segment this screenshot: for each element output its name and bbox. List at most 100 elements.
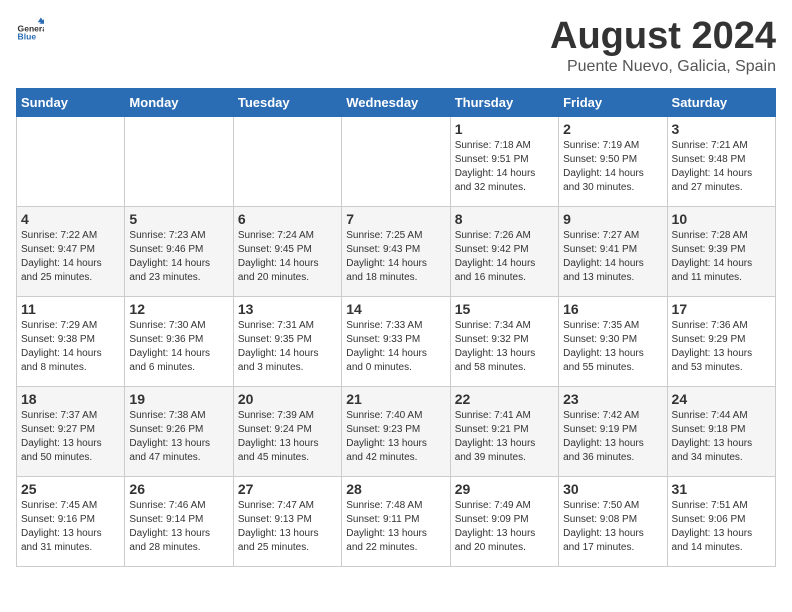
header-cell-thursday: Thursday (450, 88, 558, 116)
day-cell: 6 Sunrise: 7:24 AM Sunset: 9:45 PM Daylig… (233, 206, 341, 296)
day-number: 19 (129, 391, 228, 407)
header-cell-wednesday: Wednesday (342, 88, 450, 116)
calendar-body: 1Sunrise: 7:18 AM Sunset: 9:51 PM Daylig… (17, 116, 776, 566)
day-number: 22 (455, 391, 554, 407)
logo: General Blue (16, 16, 44, 44)
day-cell: 4 Sunrise: 7:22 AM Sunset: 9:47 PM Daylig… (17, 206, 125, 296)
day-info: Sunrise: 7:45 AM Sunset: 9:16 PM Dayligh… (21, 499, 120, 555)
day-cell (342, 116, 450, 206)
day-info: Sunrise: 7:37 AM Sunset: 9:27 PM Dayligh… (21, 409, 120, 465)
day-number: 4 (21, 211, 120, 227)
day-number: 23 (563, 391, 662, 407)
day-number: 30 (563, 481, 662, 497)
header: General Blue August 2024 Puente Nuevo, G… (16, 16, 776, 76)
day-number: 14 (346, 301, 445, 317)
day-cell: 17Sunrise: 7:36 AM Sunset: 9:29 PM Dayli… (667, 296, 775, 386)
day-info: Sunrise: 7:33 AM Sunset: 9:33 PM Dayligh… (346, 319, 445, 375)
day-info: Sunrise: 7:38 AM Sunset: 9:26 PM Dayligh… (129, 409, 228, 465)
day-info: Sunrise: 7:21 AM Sunset: 9:48 PM Dayligh… (672, 139, 771, 195)
day-number: 28 (346, 481, 445, 497)
day-info: Sunrise: 7:50 AM Sunset: 9:08 PM Dayligh… (563, 499, 662, 555)
day-info: Sunrise: 7:51 AM Sunset: 9:06 PM Dayligh… (672, 499, 771, 555)
header-row: SundayMondayTuesdayWednesdayThursdayFrid… (17, 88, 776, 116)
day-cell: 9Sunrise: 7:27 AM Sunset: 9:41 PM Daylig… (559, 206, 667, 296)
day-number: 10 (672, 211, 771, 227)
header-cell-saturday: Saturday (667, 88, 775, 116)
day-number: 8 (455, 211, 554, 227)
day-cell: 22Sunrise: 7:41 AM Sunset: 9:21 PM Dayli… (450, 386, 558, 476)
svg-text:Blue: Blue (18, 31, 37, 41)
day-cell (233, 116, 341, 206)
header-cell-sunday: Sunday (17, 88, 125, 116)
day-cell: 3 Sunrise: 7:21 AM Sunset: 9:48 PM Daylig… (667, 116, 775, 206)
day-number: 6 (238, 211, 337, 227)
day-cell: 23 Sunrise: 7:42 AM Sunset: 9:19 PM Dayli… (559, 386, 667, 476)
day-cell: 29Sunrise: 7:49 AM Sunset: 9:09 PM Dayli… (450, 476, 558, 566)
day-cell: 14 Sunrise: 7:33 AM Sunset: 9:33 PM Dayli… (342, 296, 450, 386)
day-cell: 25 Sunrise: 7:45 AM Sunset: 9:16 PM Dayli… (17, 476, 125, 566)
day-info: Sunrise: 7:30 AM Sunset: 9:36 PM Dayligh… (129, 319, 228, 375)
week-row-3: 11Sunrise: 7:29 AM Sunset: 9:38 PM Dayli… (17, 296, 776, 386)
day-info: Sunrise: 7:26 AM Sunset: 9:42 PM Dayligh… (455, 229, 554, 285)
day-info: Sunrise: 7:25 AM Sunset: 9:43 PM Dayligh… (346, 229, 445, 285)
day-number: 5 (129, 211, 228, 227)
day-number: 24 (672, 391, 771, 407)
day-info: Sunrise: 7:24 AM Sunset: 9:45 PM Dayligh… (238, 229, 337, 285)
day-cell: 12 Sunrise: 7:30 AM Sunset: 9:36 PM Dayli… (125, 296, 233, 386)
day-number: 16 (563, 301, 662, 317)
day-info: Sunrise: 7:46 AM Sunset: 9:14 PM Dayligh… (129, 499, 228, 555)
day-cell: 7 Sunrise: 7:25 AM Sunset: 9:43 PM Daylig… (342, 206, 450, 296)
day-info: Sunrise: 7:22 AM Sunset: 9:47 PM Dayligh… (21, 229, 120, 285)
day-info: Sunrise: 7:36 AM Sunset: 9:29 PM Dayligh… (672, 319, 771, 375)
day-info: Sunrise: 7:48 AM Sunset: 9:11 PM Dayligh… (346, 499, 445, 555)
day-cell: 2 Sunrise: 7:19 AM Sunset: 9:50 PM Daylig… (559, 116, 667, 206)
day-number: 20 (238, 391, 337, 407)
location-title: Puente Nuevo, Galicia, Spain (550, 58, 776, 76)
day-info: Sunrise: 7:40 AM Sunset: 9:23 PM Dayligh… (346, 409, 445, 465)
day-cell: 11Sunrise: 7:29 AM Sunset: 9:38 PM Dayli… (17, 296, 125, 386)
day-info: Sunrise: 7:35 AM Sunset: 9:30 PM Dayligh… (563, 319, 662, 375)
month-title: August 2024 (550, 16, 776, 58)
day-cell: 13Sunrise: 7:31 AM Sunset: 9:35 PM Dayli… (233, 296, 341, 386)
week-row-1: 1Sunrise: 7:18 AM Sunset: 9:51 PM Daylig… (17, 116, 776, 206)
day-number: 15 (455, 301, 554, 317)
day-number: 12 (129, 301, 228, 317)
header-cell-friday: Friday (559, 88, 667, 116)
day-info: Sunrise: 7:28 AM Sunset: 9:39 PM Dayligh… (672, 229, 771, 285)
day-info: Sunrise: 7:39 AM Sunset: 9:24 PM Dayligh… (238, 409, 337, 465)
day-number: 26 (129, 481, 228, 497)
day-cell: 5Sunrise: 7:23 AM Sunset: 9:46 PM Daylig… (125, 206, 233, 296)
day-info: Sunrise: 7:19 AM Sunset: 9:50 PM Dayligh… (563, 139, 662, 195)
week-row-5: 25 Sunrise: 7:45 AM Sunset: 9:16 PM Dayli… (17, 476, 776, 566)
day-cell: 26 Sunrise: 7:46 AM Sunset: 9:14 PM Dayli… (125, 476, 233, 566)
calendar-table: SundayMondayTuesdayWednesdayThursdayFrid… (16, 88, 776, 567)
day-number: 3 (672, 121, 771, 137)
calendar-header: SundayMondayTuesdayWednesdayThursdayFrid… (17, 88, 776, 116)
day-number: 2 (563, 121, 662, 137)
day-number: 11 (21, 301, 120, 317)
day-info: Sunrise: 7:42 AM Sunset: 9:19 PM Dayligh… (563, 409, 662, 465)
day-number: 1 (455, 121, 554, 137)
day-number: 7 (346, 211, 445, 227)
day-cell: 15Sunrise: 7:34 AM Sunset: 9:32 PM Dayli… (450, 296, 558, 386)
day-cell: 19 Sunrise: 7:38 AM Sunset: 9:26 PM Dayli… (125, 386, 233, 476)
header-cell-monday: Monday (125, 88, 233, 116)
header-cell-tuesday: Tuesday (233, 88, 341, 116)
day-cell: 18 Sunrise: 7:37 AM Sunset: 9:27 PM Dayli… (17, 386, 125, 476)
day-number: 18 (21, 391, 120, 407)
day-cell: 28 Sunrise: 7:48 AM Sunset: 9:11 PM Dayli… (342, 476, 450, 566)
day-cell: 1Sunrise: 7:18 AM Sunset: 9:51 PM Daylig… (450, 116, 558, 206)
day-number: 31 (672, 481, 771, 497)
day-cell: 8 Sunrise: 7:26 AM Sunset: 9:42 PM Daylig… (450, 206, 558, 296)
day-cell: 30 Sunrise: 7:50 AM Sunset: 9:08 PM Dayli… (559, 476, 667, 566)
title-area: August 2024 Puente Nuevo, Galicia, Spain (550, 16, 776, 76)
day-info: Sunrise: 7:27 AM Sunset: 9:41 PM Dayligh… (563, 229, 662, 285)
day-cell: 21Sunrise: 7:40 AM Sunset: 9:23 PM Dayli… (342, 386, 450, 476)
day-number: 13 (238, 301, 337, 317)
day-cell: 24Sunrise: 7:44 AM Sunset: 9:18 PM Dayli… (667, 386, 775, 476)
day-number: 25 (21, 481, 120, 497)
day-number: 27 (238, 481, 337, 497)
day-info: Sunrise: 7:49 AM Sunset: 9:09 PM Dayligh… (455, 499, 554, 555)
day-cell (125, 116, 233, 206)
day-cell: 10 Sunrise: 7:28 AM Sunset: 9:39 PM Dayli… (667, 206, 775, 296)
